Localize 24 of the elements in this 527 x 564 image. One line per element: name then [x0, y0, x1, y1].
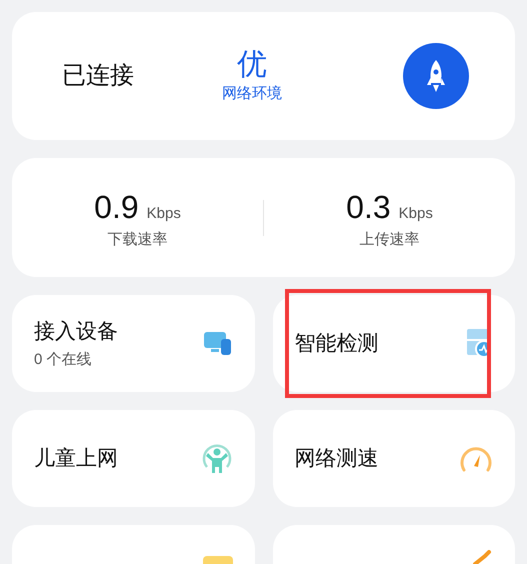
tile-subtitle: 0 个在线 [34, 350, 93, 370]
monitor-icon [202, 330, 232, 358]
feature-tile[interactable]: 儿童上网 [12, 410, 254, 507]
feature-tile[interactable]: 智能检测 [272, 295, 515, 392]
speed-unit: Kbps [398, 204, 433, 224]
tile-title: 儿童上网 [34, 446, 119, 472]
feature-tile[interactable]: 网络测速 [272, 410, 515, 507]
child-icon [200, 442, 232, 474]
quality-grade: 优 [237, 46, 267, 83]
tile-title: 网络测速 [294, 446, 380, 472]
tile-title: 智能检测 [294, 330, 380, 357]
speed-label: 上传速率 [360, 230, 420, 250]
speed-label: 下载速率 [108, 230, 168, 250]
rocket-icon [425, 59, 447, 93]
feature-tile[interactable] [12, 525, 254, 564]
folder-icon [202, 556, 232, 564]
tile-title: 接入设备 [34, 318, 119, 344]
speed-value: 0.3 [346, 188, 391, 228]
connection-status: 已连接 [62, 61, 135, 91]
quality-label: 网络环境 [222, 84, 282, 104]
feature-tile[interactable]: 接入设备 0 个在线 [12, 295, 254, 392]
speed-value: 0.9 [94, 188, 139, 228]
speed-unit: Kbps [146, 204, 181, 224]
feature-tile[interactable] [272, 525, 515, 564]
